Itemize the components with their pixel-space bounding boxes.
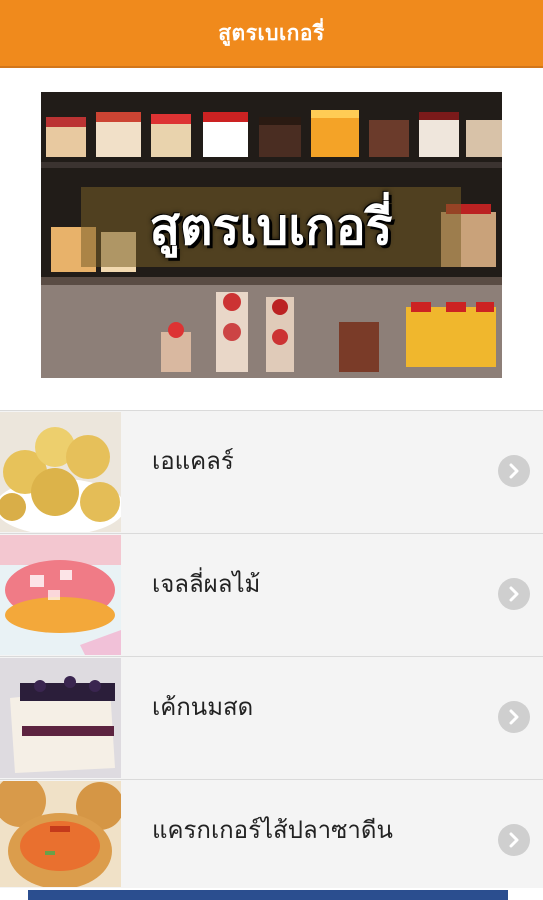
list-item-label: แครกเกอร์ไส้ปลาซาดีน (152, 816, 393, 844)
list-item-sardine-cracker[interactable]: แครกเกอร์ไส้ปลาซาดีน (0, 779, 543, 888)
list-item-eclair[interactable]: เอแคลร์ (0, 410, 543, 533)
recipe-list: เอแคลร์ เจลลี่ผลไม้ เค้กนมสด แครกเกอร์ไส… (0, 410, 543, 888)
list-item-label: เจลลี่ผลไม้ (152, 570, 261, 598)
chevron-right-icon (498, 701, 530, 733)
chevron-right-icon (498, 824, 530, 856)
list-item-milk-cake[interactable]: เค้กนมสด (0, 656, 543, 779)
hero-caption: สูตรเบเกอรี่ (81, 187, 461, 267)
ad-banner[interactable] (28, 890, 508, 900)
app-bar: สูตรเบเกอรี่ (0, 0, 543, 68)
hero-banner: สูตรเบเกอรี่ (41, 92, 502, 378)
list-item-label: เค้กนมสด (152, 693, 254, 721)
list-item-label: เอแคลร์ (152, 447, 234, 475)
chevron-right-icon (498, 578, 530, 610)
app-title: สูตรเบเกอรี่ (218, 20, 325, 45)
fruit-jelly-thumbnail (0, 535, 121, 655)
list-item-fruit-jelly[interactable]: เจลลี่ผลไม้ (0, 533, 543, 656)
milk-cake-thumbnail (0, 658, 121, 778)
sardine-cracker-thumbnail (0, 781, 121, 887)
eclair-thumbnail (0, 412, 121, 532)
chevron-right-icon (498, 455, 530, 487)
